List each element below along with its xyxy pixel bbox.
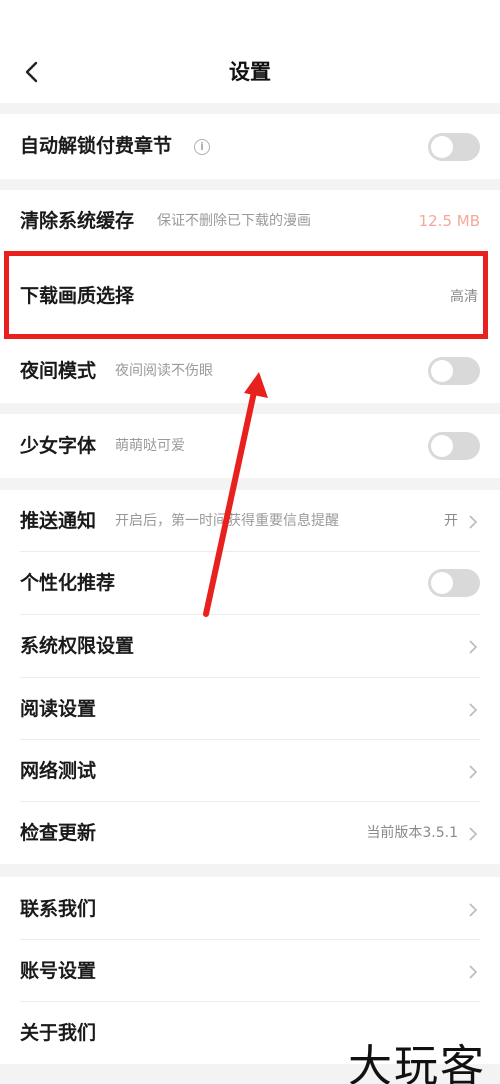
info-icon[interactable]: i [194,139,210,155]
setting-permissions[interactable]: 系统权限设置 [0,615,500,678]
setting-network[interactable]: 网络测试 [0,740,500,802]
setting-clear-cache[interactable]: 清除系统缓存 保证不删除已下载的漫画 12.5 MB [0,190,500,252]
setting-girl-font: 少女字体 萌萌哒可爱 [0,414,500,478]
toggle-knob [431,572,453,594]
auto-unlock-toggle[interactable] [428,133,480,161]
setting-night-mode: 夜间模式 夜间阅读不伤眼 [0,340,500,403]
setting-account[interactable]: 账号设置 [0,940,500,1002]
setting-label: 个性化推荐 [20,572,116,594]
setting-label: 系统权限设置 [20,635,135,657]
setting-label: 联系我们 [20,898,97,920]
setting-label: 网络测试 [20,760,97,782]
setting-label: 清除系统缓存 [20,210,135,232]
setting-label: 关于我们 [20,1022,97,1044]
night-mode-toggle[interactable] [428,357,480,385]
setting-auto-unlock: 自动解锁付费章节 i [0,114,500,179]
setting-label: 账号设置 [20,960,97,982]
setting-label: 检查更新 [20,822,97,844]
toggle-knob [431,136,453,158]
cache-size-value: 12.5 MB [418,212,480,230]
chevron-right-icon [469,827,478,841]
watermark-logo: 大玩客 [348,1041,486,1084]
toggle-knob [431,360,453,382]
chevron-right-icon [469,765,478,779]
setting-update[interactable]: 检查更新 当前版本3.5.1 [0,802,500,864]
push-value: 开 [444,513,458,529]
chevron-right-icon [469,903,478,917]
header-bar: 设置 [0,0,500,103]
chevron-right-icon [469,515,478,529]
girl-font-toggle[interactable] [428,432,480,460]
toggle-knob [431,435,453,457]
chevron-right-icon [469,965,478,979]
personal-rec-toggle[interactable] [428,569,480,597]
setting-sub: 保证不删除已下载的漫画 [157,213,311,229]
chevron-right-icon [469,640,478,654]
setting-label: 阅读设置 [20,698,97,720]
setting-push[interactable]: 推送通知 开启后，第一时间获得重要信息提醒 开 [0,490,500,552]
setting-sub: 夜间阅读不伤眼 [115,363,213,379]
setting-contact[interactable]: 联系我们 [0,877,500,940]
setting-reading[interactable]: 阅读设置 [0,678,500,740]
setting-sub: 萌萌哒可爱 [115,438,185,454]
setting-label: 自动解锁付费章节 [20,135,173,157]
setting-label: 推送通知 [20,510,97,532]
setting-personal-rec: 个性化推荐 [0,552,500,615]
chevron-right-icon [469,703,478,717]
page-title: 设置 [229,60,271,84]
setting-label: 夜间模式 [20,360,97,382]
setting-label: 少女字体 [20,435,97,457]
setting-sub: 开启后，第一时间获得重要信息提醒 [115,513,339,529]
highlight-box [4,251,488,339]
version-value: 当前版本3.5.1 [366,825,458,841]
